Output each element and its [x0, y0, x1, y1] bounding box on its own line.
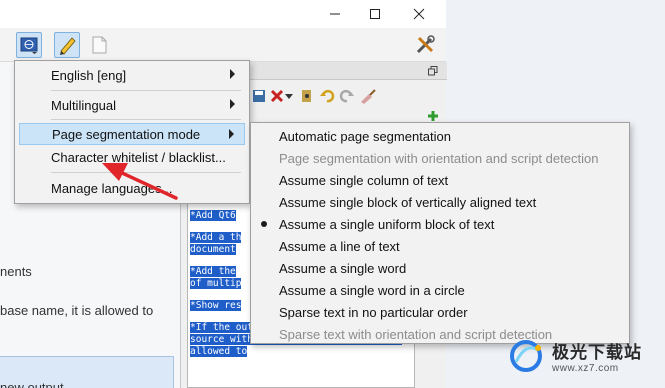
left-text-3: new output — [0, 380, 64, 388]
maximize-button[interactable] — [354, 0, 396, 28]
psm-item-label: Assume single column of text — [279, 172, 449, 188]
psm-item-label: Assume a single uniform block of text — [279, 216, 495, 232]
language-icon — [20, 37, 38, 54]
menu-item-label: Manage languages... — [51, 180, 173, 196]
chevron-down-icon[interactable] — [285, 94, 293, 100]
title-bar — [0, 0, 446, 28]
psm-item[interactable]: Assume single column of text — [254, 169, 626, 191]
undo-icon[interactable] — [319, 88, 335, 104]
psm-item-label: Assume single block of vertically aligne… — [279, 194, 537, 210]
menu-item-label: English [eng] — [51, 67, 127, 83]
minimize-button[interactable] — [314, 0, 356, 28]
editor-line: document — [190, 244, 236, 255]
psm-item[interactable]: Automatic page segmentation — [254, 125, 626, 147]
editor-line: *Show res — [190, 300, 242, 311]
menu-item-manage-languages[interactable]: Manage languages... — [19, 177, 245, 199]
tools-button[interactable] — [412, 32, 438, 58]
submenu-arrow-icon — [230, 99, 235, 109]
save-icon[interactable] — [251, 88, 267, 104]
float-icon[interactable] — [428, 66, 438, 76]
psm-item[interactable]: Sparse text in no particular order — [254, 301, 626, 323]
page-icon — [92, 36, 107, 54]
submenu-arrow-icon — [229, 129, 234, 139]
menu-item-label: Character whitelist / blacklist... — [51, 149, 226, 165]
brush-icon[interactable] — [359, 88, 377, 104]
psm-item[interactable]: Assume a single word in a circle — [254, 279, 626, 301]
psm-item-label: Assume a line of text — [279, 238, 400, 254]
menu-item-label: Page segmentation mode — [52, 126, 201, 142]
psm-item-checked[interactable]: Assume a single uniform block of text — [254, 213, 626, 235]
menu-separator — [51, 90, 241, 91]
psm-item-label: Page segmentation with orientation and s… — [279, 150, 599, 166]
psm-item-label: Assume a single word in a circle — [279, 282, 465, 298]
menu-separator — [51, 172, 241, 173]
editor-line: *Add a th — [190, 232, 242, 243]
psm-item[interactable]: Assume single block of vertically aligne… — [254, 191, 626, 213]
pencil-icon — [60, 37, 76, 55]
psm-item-label: Sparse text in no particular order — [279, 304, 468, 320]
redo-icon[interactable] — [339, 88, 355, 104]
main-toolbar — [0, 28, 446, 62]
clear-icon[interactable] — [269, 88, 285, 104]
minimize-icon — [330, 13, 340, 15]
close-icon — [413, 8, 425, 20]
radio-bullet-icon — [261, 221, 267, 227]
psm-item-disabled: Page segmentation with orientation and s… — [254, 147, 626, 169]
left-selected-block: new output — [0, 356, 174, 388]
maximize-icon — [370, 9, 380, 19]
submenu-arrow-icon — [230, 69, 235, 79]
language-menu: English [eng] Multilingual Page segmenta… — [14, 60, 250, 204]
psm-item-label: Assume a single word — [279, 260, 407, 276]
menu-item-character-whitelist[interactable]: Character whitelist / blacklist... — [19, 146, 245, 168]
menu-item-english[interactable]: English [eng] — [19, 64, 245, 86]
find-icon[interactable] — [299, 88, 315, 104]
page-segmentation-submenu: Automatic page segmentation Page segment… — [250, 122, 630, 344]
left-text-2: base name, it is allowed to — [0, 303, 154, 318]
left-text-1: nents — [0, 264, 32, 279]
menu-item-multilingual[interactable]: Multilingual — [19, 94, 245, 116]
editor-line: of multip — [190, 278, 242, 289]
language-button[interactable] — [16, 32, 42, 58]
watermark-url: www.xz7.com — [552, 363, 619, 374]
watermark-logo-icon — [510, 340, 542, 372]
menu-separator — [51, 119, 241, 120]
page-button[interactable] — [86, 32, 112, 58]
tools-icon — [416, 35, 435, 54]
watermark-title: 极光下载站 — [552, 343, 642, 362]
editor-line: *Add the — [190, 266, 236, 277]
add-icon[interactable] — [427, 110, 439, 122]
menu-item-label: Multilingual — [51, 97, 117, 113]
menu-item-page-segmentation-mode[interactable]: Page segmentation mode — [19, 123, 245, 145]
editor-line: allowed to — [190, 346, 248, 357]
editor-line: *Add Qt6 — [190, 210, 236, 221]
psm-item-label: Automatic page segmentation — [279, 128, 451, 144]
psm-item[interactable]: Assume a line of text — [254, 235, 626, 257]
psm-item[interactable]: Assume a single word — [254, 257, 626, 279]
recognize-button[interactable] — [54, 32, 80, 58]
watermark: 极光下载站 www.xz7.com — [508, 336, 665, 376]
close-button[interactable] — [398, 0, 440, 28]
